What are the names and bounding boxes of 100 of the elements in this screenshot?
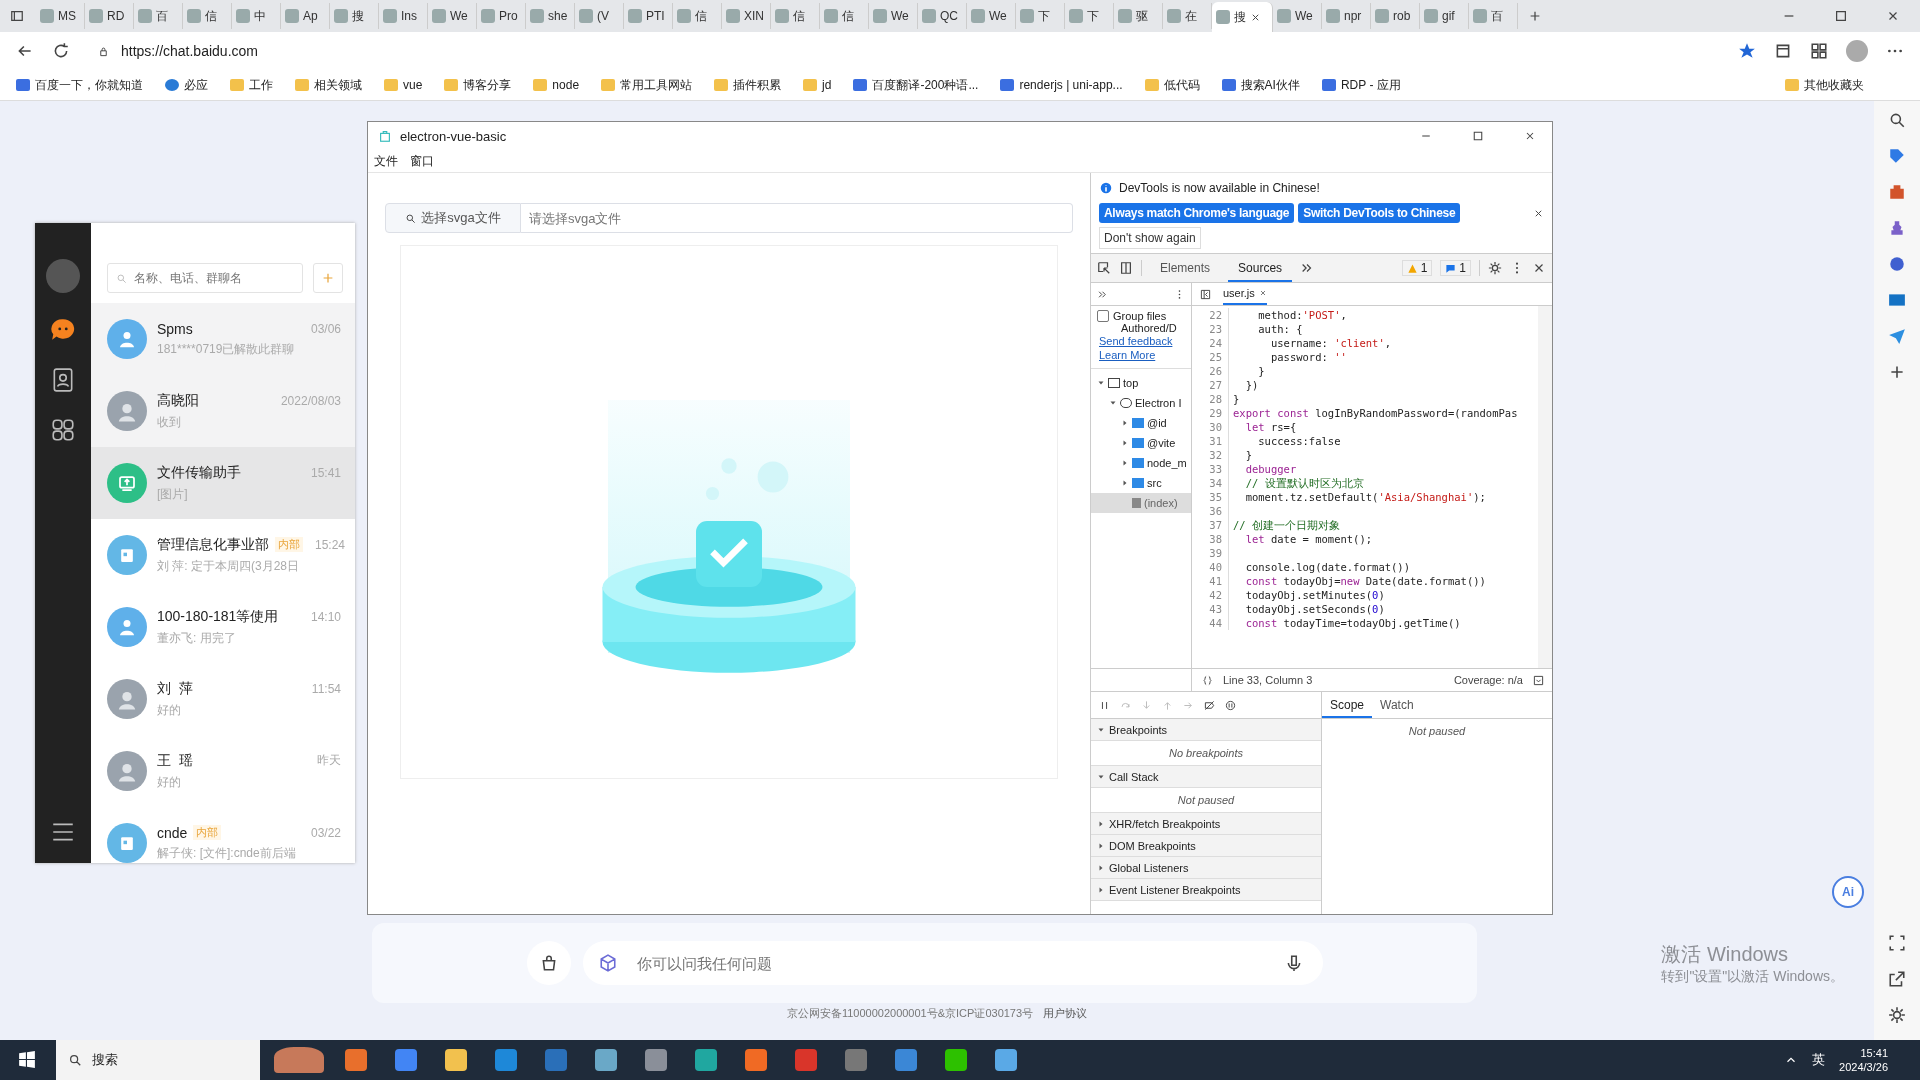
browser-tab[interactable]: We: [1273, 3, 1322, 29]
external-link-icon[interactable]: [1888, 970, 1906, 988]
tag-icon[interactable]: [1888, 147, 1906, 165]
menu-item[interactable]: 窗口: [410, 152, 434, 170]
browser-tab[interactable]: RD: [85, 3, 134, 29]
reload-icon[interactable]: [52, 42, 70, 60]
bookmark[interactable]: jd: [803, 78, 832, 92]
taskbar-app-icon[interactable]: [895, 1049, 917, 1071]
settings-icon[interactable]: [1888, 1006, 1906, 1024]
start-icon[interactable]: [18, 1051, 36, 1069]
tab-actions-icon[interactable]: [10, 9, 24, 23]
taskbar-app-icon[interactable]: [495, 1049, 517, 1071]
taskbar-app-icon[interactable]: [395, 1049, 417, 1071]
maximize-icon[interactable]: [1834, 9, 1848, 23]
bookmark[interactable]: 工作: [230, 76, 273, 94]
add-icon[interactable]: [1888, 363, 1906, 381]
browser-tab[interactable]: MS: [36, 3, 85, 29]
taskbar-app-icon[interactable]: [945, 1049, 967, 1071]
browser-tab[interactable]: 驱: [1114, 3, 1163, 29]
bookmark[interactable]: 必应: [165, 76, 208, 94]
bookmark[interactable]: RDP - 应用: [1321, 76, 1401, 94]
ime-indicator[interactable]: 英: [1812, 1051, 1826, 1069]
tree-item[interactable]: src: [1091, 473, 1191, 493]
choose-file-button[interactable]: 选择svga文件: [385, 203, 521, 233]
new-tab-icon[interactable]: [1528, 9, 1542, 23]
settings-icon[interactable]: [1488, 261, 1502, 275]
tree-item[interactable]: Electron I: [1091, 393, 1191, 413]
toggle-navigator-icon[interactable]: [1200, 288, 1211, 300]
caret-icon[interactable]: [1097, 379, 1105, 387]
caret-icon[interactable]: [1097, 885, 1105, 894]
browser-tab[interactable]: Ins: [379, 3, 428, 29]
browser-tab[interactable]: Ap: [281, 3, 330, 29]
taskbar-app-icon[interactable]: [595, 1049, 617, 1071]
browser-tab[interactable]: Pro: [477, 3, 526, 29]
user-agreement-link[interactable]: 用户协议: [1043, 1006, 1088, 1021]
drawer-icon[interactable]: [1533, 674, 1544, 686]
question-field[interactable]: 你可以问我任何问题: [582, 941, 1323, 985]
caret-icon[interactable]: [1097, 863, 1105, 872]
close-icon[interactable]: [1524, 130, 1536, 142]
browser-tab[interactable]: 信: [673, 3, 722, 29]
caret-icon[interactable]: [1121, 419, 1129, 427]
file-tab[interactable]: user.js: [1223, 283, 1267, 305]
caret-icon[interactable]: [1097, 841, 1105, 850]
clock-date[interactable]: 2024/3/26: [1839, 1060, 1888, 1074]
bookmark[interactable]: vue: [384, 78, 423, 92]
extensions-icon[interactable]: [1774, 42, 1792, 60]
pause-on-exceptions-icon[interactable]: [1225, 699, 1236, 711]
other-bookmarks[interactable]: 其他收藏夹: [1785, 76, 1864, 94]
checkbox[interactable]: [1097, 310, 1109, 322]
send-icon[interactable]: [1888, 327, 1906, 345]
taskbar-search-field[interactable]: 搜索: [56, 1040, 260, 1080]
taskbar-app-icon[interactable]: [995, 1049, 1017, 1071]
browser-tab[interactable]: We: [869, 3, 918, 29]
section-header[interactable]: Call Stack: [1091, 766, 1321, 788]
taskbar-app-icon[interactable]: [795, 1049, 817, 1071]
toolbox-icon[interactable]: [1888, 183, 1906, 201]
bookmark[interactable]: 相关领域: [295, 76, 362, 94]
conversation-item[interactable]: Spms 03/06 181****0719已解散此群聊: [91, 303, 355, 375]
clock-time[interactable]: 15:41: [1860, 1046, 1888, 1060]
bookmark[interactable]: 搜索AI伙伴: [1221, 76, 1300, 94]
bookmark[interactable]: 博客分享: [444, 76, 512, 94]
deactivate-breakpoints-icon[interactable]: [1204, 699, 1215, 711]
tree-item[interactable]: top: [1091, 373, 1191, 393]
taskbar-app-icon[interactable]: [645, 1049, 667, 1071]
tree-item[interactable]: node_m: [1091, 453, 1191, 473]
collections-icon[interactable]: [1810, 42, 1828, 60]
warnings-count[interactable]: 1: [1401, 260, 1433, 276]
messages-count[interactable]: 1: [1440, 260, 1471, 276]
browser-tab[interactable]: she: [526, 3, 575, 29]
chess-piece-icon[interactable]: [1888, 219, 1906, 237]
browser-tab[interactable]: We: [967, 3, 1016, 29]
dont-show-again-button[interactable]: Don't show again: [1099, 227, 1201, 249]
browser-tab[interactable]: 中: [232, 3, 281, 29]
section-header[interactable]: Breakpoints: [1091, 719, 1321, 741]
devtools-tab[interactable]: Sources: [1228, 254, 1293, 282]
devtools-tab[interactable]: Elements: [1150, 254, 1221, 282]
conversation-item[interactable]: cnde 内部 03/22 解子侠: [文件]:cnde前后端: [91, 807, 355, 863]
browser-tab[interactable]: 下: [1065, 3, 1114, 29]
taskbar-app-icon[interactable]: [445, 1049, 467, 1071]
caret-icon[interactable]: [1097, 819, 1105, 828]
browser-tab[interactable]: We: [428, 3, 477, 29]
language-button[interactable]: Always match Chrome's language: [1099, 203, 1295, 223]
ai-assistant-button[interactable]: Ai: [1832, 876, 1864, 908]
browser-tab[interactable]: XIN: [722, 3, 771, 29]
learn-more-link[interactable]: Learn More: [1091, 348, 1191, 362]
browser-tab[interactable]: 信: [771, 3, 820, 29]
section-header[interactable]: DOM Breakpoints: [1091, 835, 1321, 857]
caret-icon[interactable]: [1109, 399, 1117, 407]
browser-tab[interactable]: 信: [183, 3, 232, 29]
conversation-item[interactable]: 文件传输助手 15:41 [图片]: [91, 447, 355, 519]
tree-item[interactable]: @id: [1091, 413, 1191, 433]
pause-icon[interactable]: [1099, 699, 1110, 711]
bookmark[interactable]: 低代码: [1144, 76, 1200, 94]
screenshot-icon[interactable]: [1888, 934, 1906, 952]
bag-button[interactable]: [526, 941, 571, 985]
more-tabs-icon[interactable]: [1097, 288, 1108, 300]
browser-tab[interactable]: QC: [918, 3, 967, 29]
language-button[interactable]: Switch DevTools to Chinese: [1298, 203, 1461, 223]
address-field[interactable]: https://chat.baidu.com: [88, 39, 1308, 63]
conversation-item[interactable]: 高晓阳 2022/08/03 收到: [91, 375, 355, 447]
